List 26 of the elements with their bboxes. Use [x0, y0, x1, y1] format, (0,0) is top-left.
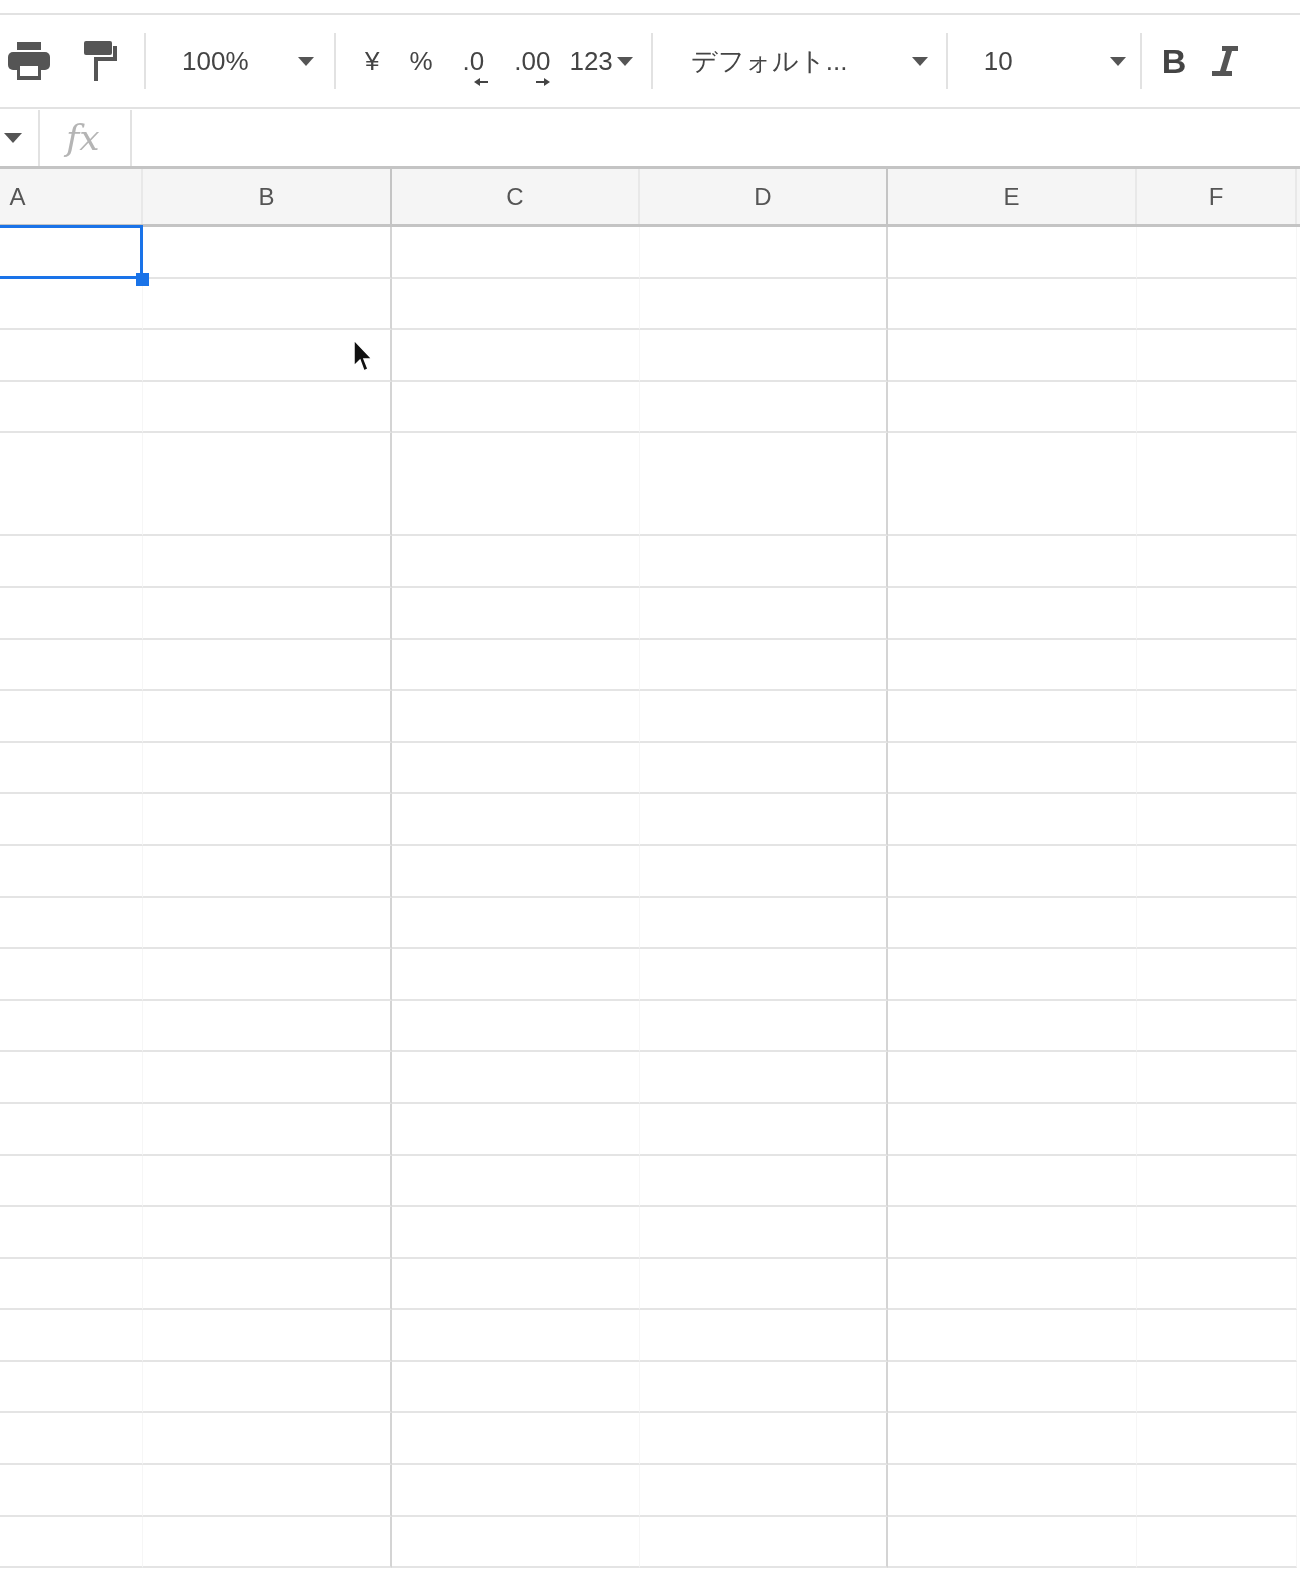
- caret-icon: [911, 56, 928, 66]
- column-header[interactable]: B: [143, 169, 392, 224]
- font-size-dropdown[interactable]: 10: [965, 36, 1126, 86]
- format-button[interactable]: .00: [514, 36, 551, 86]
- arrow-right-icon: [536, 78, 551, 86]
- format-button[interactable]: %: [409, 36, 433, 86]
- arrow-left-icon: [474, 78, 489, 86]
- bold-button[interactable]: B: [1161, 36, 1187, 86]
- paint-roller-icon: [84, 41, 118, 81]
- column-header[interactable]: C: [392, 169, 640, 224]
- column-header[interactable]: F: [1137, 169, 1297, 224]
- italic-icon: [1212, 44, 1239, 78]
- number-format-dropdown[interactable]: 123: [569, 36, 633, 86]
- format-button[interactable]: .0: [462, 36, 485, 86]
- zoom-dropdown[interactable]: 100%: [164, 36, 314, 86]
- caret-icon[interactable]: [4, 132, 22, 143]
- format-button[interactable]: ¥: [365, 36, 380, 86]
- caret-icon: [298, 56, 314, 66]
- caret-icon: [1109, 56, 1126, 66]
- font-dropdown[interactable]: デフォルト...: [672, 36, 928, 86]
- column-header[interactable]: A: [0, 169, 143, 224]
- column-header[interactable]: D: [640, 169, 888, 224]
- print-icon: [8, 42, 50, 80]
- caret-icon: [616, 56, 633, 66]
- column-header[interactable]: E: [888, 169, 1137, 224]
- fill-handle[interactable]: [136, 272, 149, 286]
